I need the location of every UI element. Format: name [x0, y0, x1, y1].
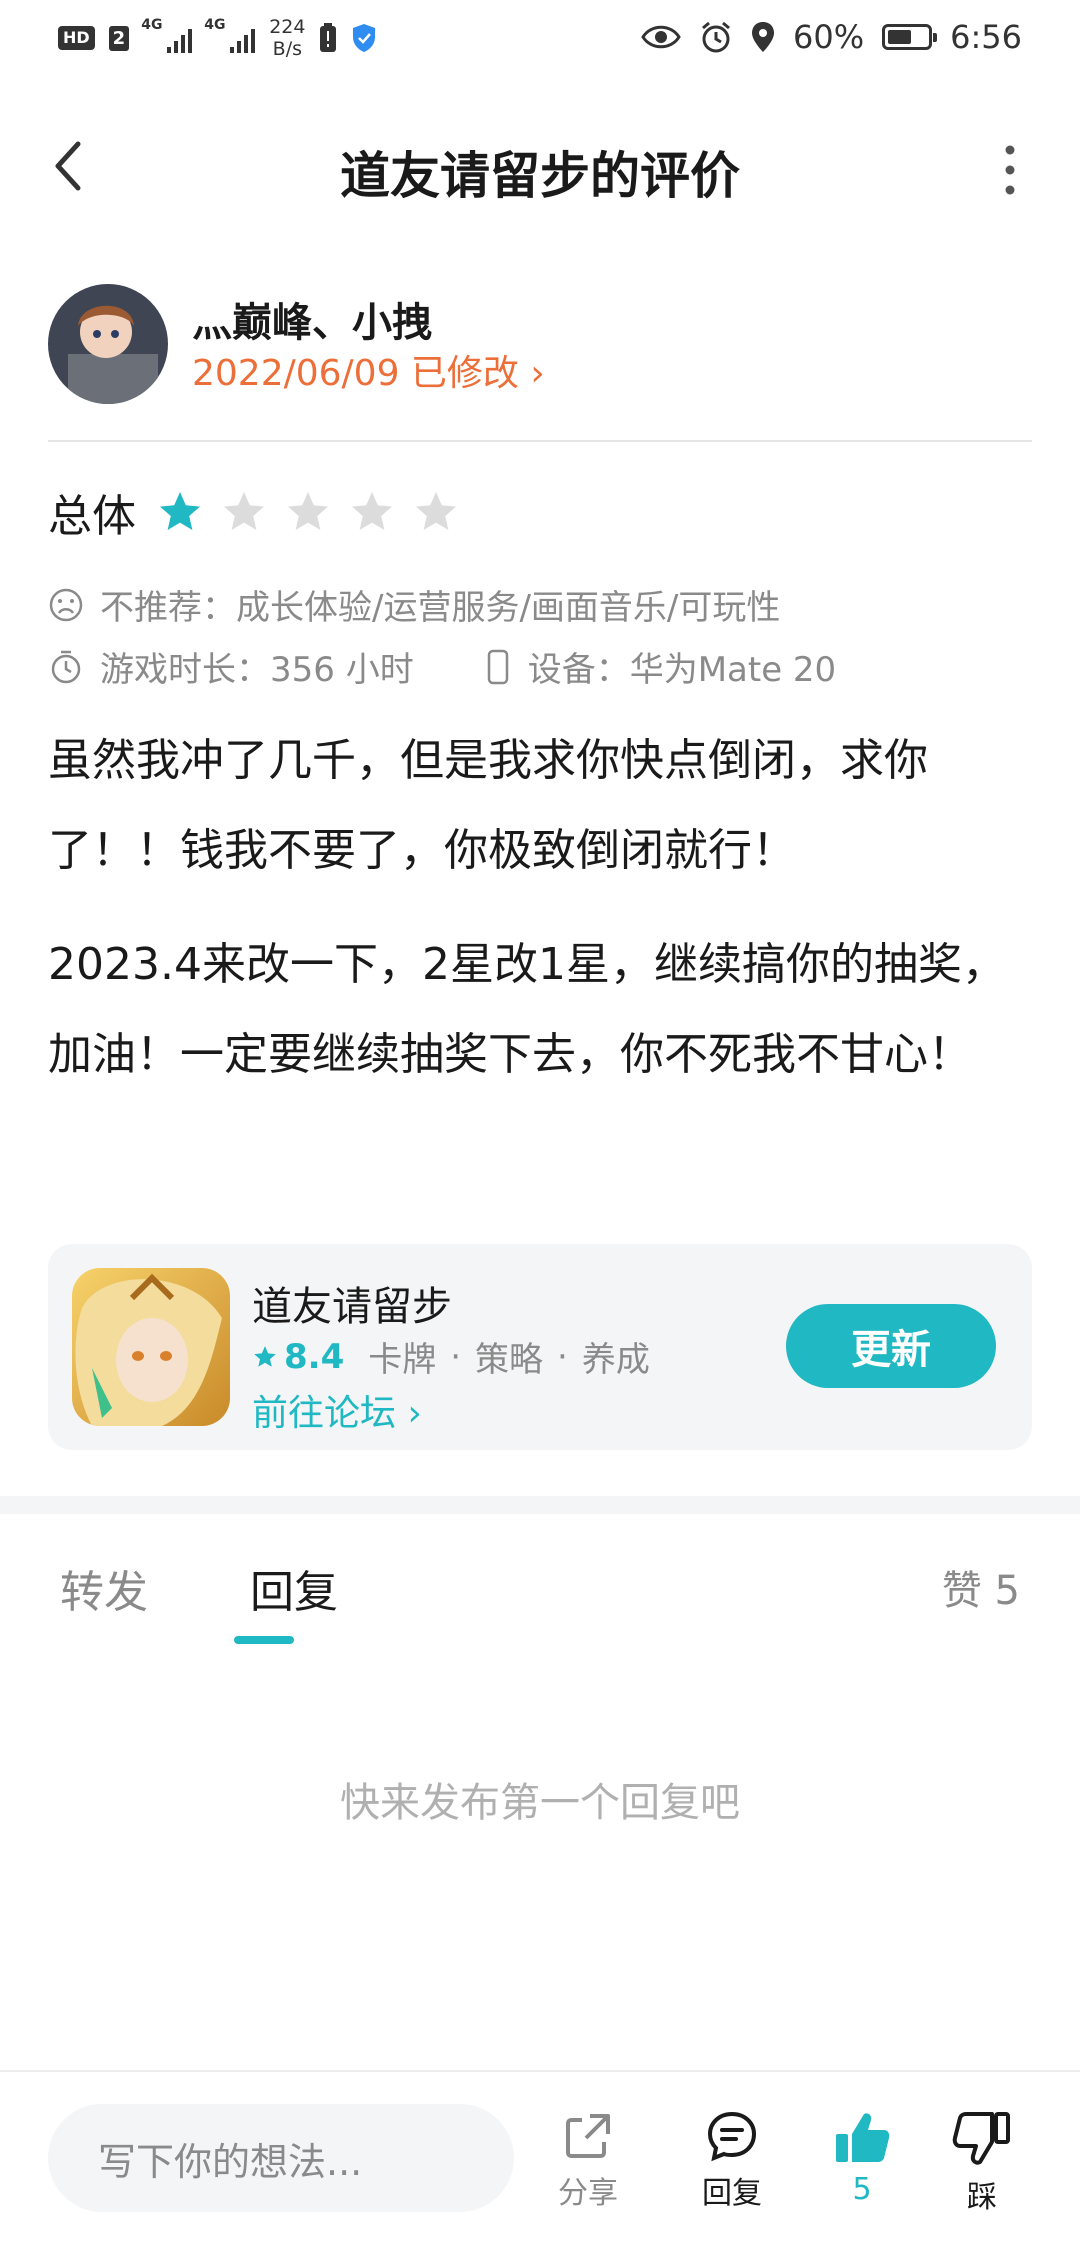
forum-link[interactable]: 前往论坛 › [252, 1384, 422, 1436]
star-icon [254, 1345, 276, 1367]
tab-likes[interactable]: 赞 5 [942, 1558, 1020, 1616]
signal-icon: 4G [141, 17, 193, 53]
reply-button[interactable]: 回复 [682, 2108, 782, 2212]
separator-dot: · [450, 1336, 462, 1377]
star-empty-icon [224, 492, 264, 530]
tab-reply[interactable]: 回复 [250, 1556, 338, 1620]
divider [48, 440, 1032, 442]
tab-forward[interactable]: 转发 [60, 1556, 148, 1620]
network-type-1: 4G [141, 17, 163, 33]
star-empty-icon [416, 492, 456, 530]
section-divider [0, 1496, 1080, 1514]
share-icon [566, 2114, 610, 2158]
not-recommend-row: 不推荐：成长体验/运营服务/画面音乐/可玩性 [48, 580, 780, 629]
thumbs-up-icon [836, 2113, 890, 2162]
overall-rating: 总体 [48, 480, 460, 544]
play-info-row: 游戏时长：356 小时 设备：华为Mate 20 [48, 642, 836, 691]
star-rating [156, 488, 460, 536]
speed-value: 224 [269, 16, 306, 38]
battery-percent: 60% [793, 18, 865, 56]
sad-face-icon [49, 588, 83, 621]
app-tag: 卡牌 [368, 1340, 437, 1380]
star-empty-icon [288, 492, 328, 530]
update-button[interactable]: 更新 [786, 1304, 996, 1388]
speed-unit: B/s [272, 38, 302, 60]
comment-icon [707, 2111, 757, 2162]
sim-number: 2 [108, 25, 130, 51]
dislike-button[interactable]: 踩 [932, 2108, 1032, 2216]
network-speed: 224 B/s [269, 16, 305, 60]
dislike-label: 踩 [967, 2180, 997, 2215]
eye-icon [641, 25, 681, 49]
avatar[interactable] [48, 284, 168, 404]
not-recommend-text: 不推荐：成长体验/运营服务/画面音乐/可玩性 [100, 588, 781, 628]
stopwatch-icon [51, 650, 81, 683]
app-rating-row: 8.4 卡牌 · 策略 · 养成 [252, 1332, 650, 1381]
more-options-icon[interactable] [1000, 140, 1020, 200]
location-icon [752, 22, 775, 52]
phone-icon [487, 649, 508, 684]
shield-icon [353, 24, 376, 52]
app-score: 8.4 [284, 1336, 345, 1377]
review-paragraph-1: 虽然我冲了几千，但是我求你快点倒闭，求你了！！钱我不要了，你极致倒闭就行！ [48, 735, 928, 876]
comment-input[interactable]: 写下你的想法... [48, 2104, 514, 2212]
playtime-text: 游戏时长：356 小时 [100, 650, 414, 690]
app-icon[interactable] [72, 1268, 230, 1426]
share-button[interactable]: 分享 [538, 2108, 638, 2212]
review-date-edited[interactable]: 2022/06/09 已修改 › [192, 344, 545, 396]
share-label: 分享 [558, 2176, 618, 2211]
like-count: 5 [852, 2172, 872, 2207]
empty-replies-text: 快来发布第一个回复吧 [340, 1780, 740, 1826]
app-tag: 策略 [475, 1340, 544, 1380]
network-type-2: 4G [204, 17, 226, 33]
reply-label: 回复 [702, 2176, 762, 2211]
alarm-icon [702, 21, 730, 53]
app-tag: 养成 [581, 1340, 650, 1380]
star-filled-icon [160, 492, 200, 530]
signal-icon-2: 4G [204, 17, 256, 53]
username[interactable]: 灬巅峰、小拽 [192, 290, 432, 348]
thumbs-down-icon [952, 2112, 1010, 2165]
separator-dot: · [557, 1336, 568, 1377]
page-title: 道友请留步的评价 [340, 147, 740, 205]
hd-badge: HD [58, 26, 95, 50]
status-bar: HD 2 4G 4G 224 B/s 60% 6:56 [0, 0, 1080, 80]
star-empty-icon [352, 492, 392, 530]
alert-icon [320, 23, 337, 52]
active-tab-indicator [234, 1636, 294, 1644]
device-text: 设备：华为Mate 20 [527, 650, 837, 690]
top-nav: 道友请留步的评价 [0, 100, 1080, 230]
overall-label: 总体 [48, 491, 136, 542]
battery-icon [882, 24, 938, 50]
like-button[interactable]: 5 [812, 2108, 912, 2207]
clock: 6:56 [950, 18, 1022, 56]
review-paragraph-2: 2023.4来改一下，2星改1星，继续搞你的抽奖，加油！一定要继续抽奖下去，你不… [48, 939, 1006, 1080]
app-name[interactable]: 道友请留步 [252, 1274, 452, 1332]
bottom-action-bar: 写下你的想法... 分享 回复 5 踩 [0, 2070, 1080, 2246]
app-card[interactable]: 道友请留步 8.4 卡牌 · 策略 · 养成 前往论坛 › 更新 [48, 1244, 1032, 1450]
